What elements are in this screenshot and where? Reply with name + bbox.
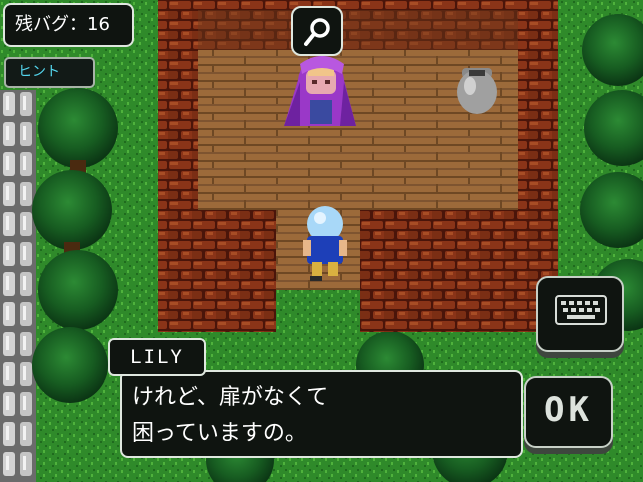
house-front-wall-left — [158, 210, 276, 332]
stone-fence — [0, 90, 36, 482]
keyboard-icon — [555, 295, 607, 325]
speaker-name-tab: LILY — [108, 338, 206, 376]
dialog-line-2: 困っていますの。 — [132, 421, 307, 446]
search-button[interactable] — [291, 6, 343, 56]
dialog-line-1: けれど、扉がなくて — [132, 385, 329, 410]
house-front-wall-right — [360, 210, 558, 332]
ok-label: OK — [544, 390, 593, 430]
ok-button[interactable]: OK — [524, 376, 613, 448]
speaker-name: LILY — [130, 346, 184, 368]
hint-button[interactable]: ヒント — [4, 57, 95, 88]
magnifier-icon — [304, 18, 330, 46]
keyboard-button[interactable] — [536, 276, 624, 352]
clay-pot — [457, 68, 497, 114]
house — [158, 0, 558, 332]
remaining-bugs-counter: 残バグ：16 — [3, 3, 134, 47]
hint-label: ヒント — [18, 64, 60, 80]
dialog-box: けれど、扉がなくて 困っていますの。 — [120, 370, 523, 458]
remaining-bugs-label: 残バグ：16 — [15, 14, 110, 35]
